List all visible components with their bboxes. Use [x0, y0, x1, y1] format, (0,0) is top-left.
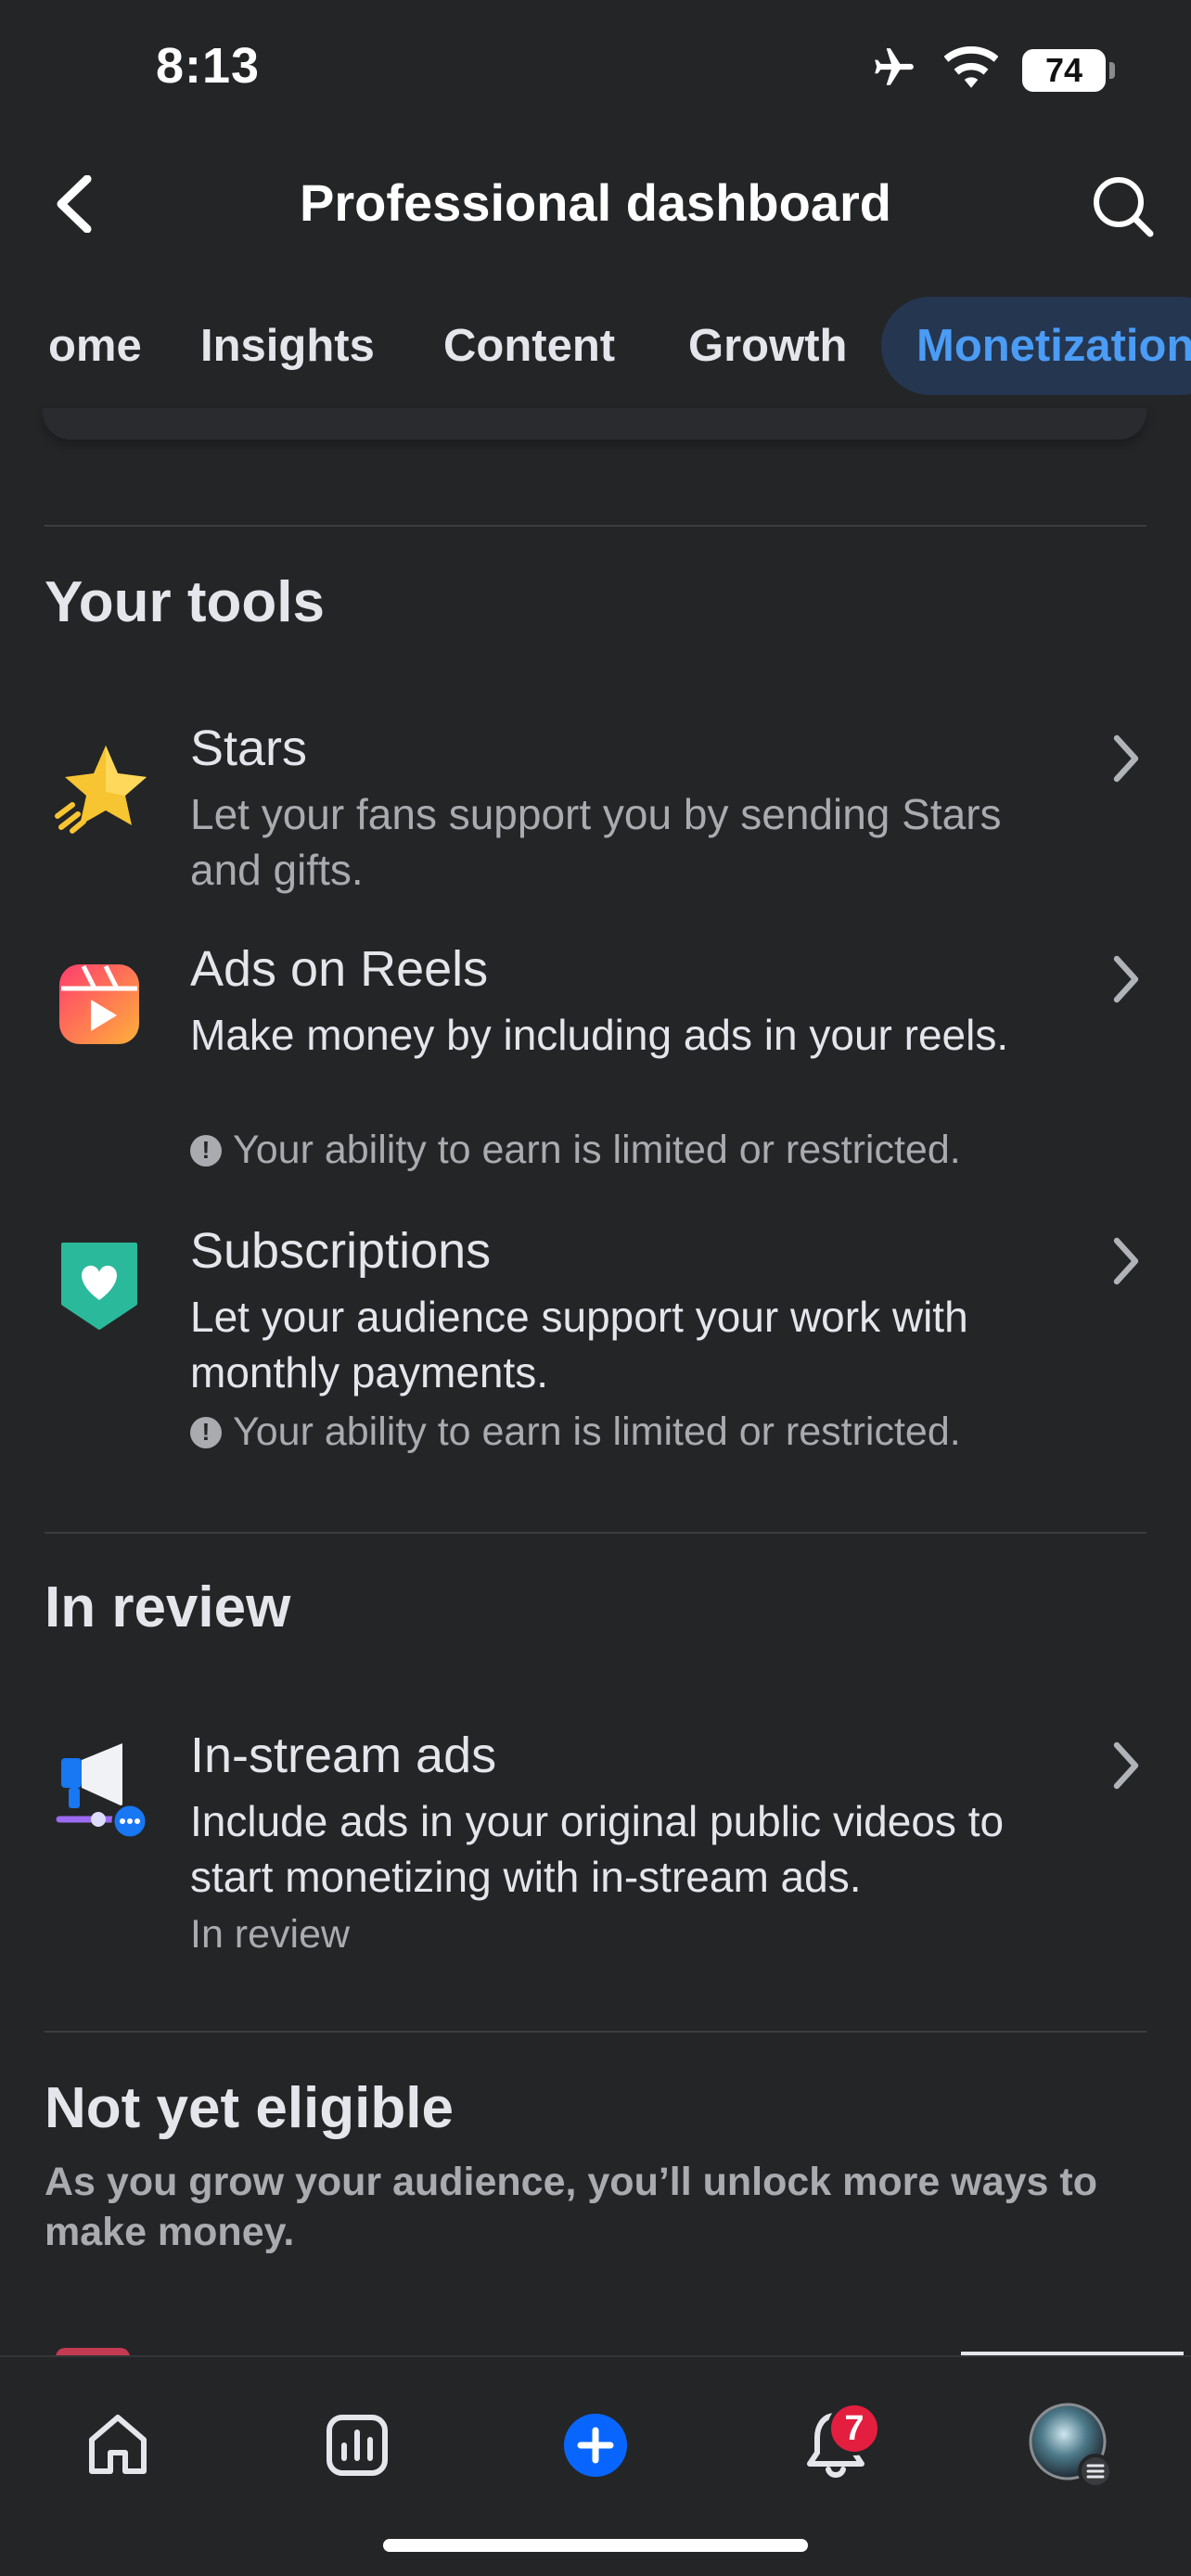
chevron-right-icon — [1098, 1728, 1154, 1803]
tool-title: Subscriptions — [190, 1223, 492, 1279]
airplane-icon — [868, 45, 920, 96]
section-subtitle: As you grow your audience, you’ll unlock… — [45, 2160, 1097, 2254]
tool-description: Let your fans support you by sending Sta… — [190, 790, 1002, 894]
tool-description: Include ads in your original public vide… — [190, 1797, 1005, 1901]
tab-insights[interactable]: Insights — [200, 297, 375, 395]
tool-row-in-stream-ads[interactable]: In-stream ads Include ads in your origin… — [0, 1727, 1191, 1968]
status-bar: 8:13 74 — [0, 0, 1191, 139]
divider — [45, 1532, 1146, 1534]
restriction-note: ! Your ability to earn is limited or res… — [190, 1409, 961, 1455]
restriction-text: Your ability to earn is limited or restr… — [233, 1128, 961, 1172]
home-indicator — [383, 2539, 808, 2552]
section-title-not-eligible: Not yet eligible — [45, 2076, 454, 2140]
home-icon — [89, 2415, 147, 2474]
tool-row-stars[interactable]: Stars Let your fans support you by sendi… — [0, 720, 1191, 905]
megaphone-icon — [48, 1740, 150, 1842]
alert-icon: ! — [190, 1416, 222, 1448]
heart-badge-icon — [48, 1235, 150, 1337]
nav-create[interactable] — [544, 2394, 647, 2496]
create-icon — [564, 2414, 627, 2477]
restriction-note: ! Your ability to earn is limited or res… — [190, 1128, 961, 1173]
divider — [45, 2031, 1146, 2033]
tool-title: In-stream ads — [190, 1728, 497, 1783]
chevron-right-icon — [1098, 721, 1154, 796]
insights-icon — [327, 2415, 388, 2476]
tool-description: Let your audience support your work with… — [190, 1293, 968, 1396]
header: Professional dashboard — [0, 139, 1191, 269]
card-bottom-edge — [43, 408, 1146, 440]
tool-title: Stars — [190, 721, 308, 776]
search-button[interactable] — [1082, 165, 1165, 249]
battery-level: 74 — [1044, 50, 1083, 89]
tool-row-subscriptions[interactable]: Subscriptions Let your audience support … — [0, 1222, 1191, 1482]
chevron-right-icon — [1098, 942, 1154, 1016]
wifi-icon — [943, 46, 999, 94]
status-note: In review — [190, 1912, 351, 1957]
tool-title: Ads on Reels — [190, 941, 489, 997]
nav-profile[interactable] — [1020, 2394, 1122, 2496]
alert-icon: ! — [190, 1134, 222, 1167]
status-icons: 74 — [868, 45, 1115, 96]
battery-indicator: 74 — [1022, 48, 1115, 92]
profile-avatar — [1029, 2403, 1113, 2489]
nav-home[interactable] — [67, 2394, 169, 2496]
tab-bar: ome Insights Content Growth Monetization — [0, 278, 1191, 417]
search-icon — [1094, 177, 1154, 237]
section-title-your-tools: Your tools — [45, 570, 325, 634]
tab-content[interactable]: Content — [443, 297, 615, 395]
tab-growth[interactable]: Growth — [688, 297, 847, 395]
restriction-text: Your ability to earn is limited or restr… — [233, 1409, 961, 1454]
nav-insights[interactable] — [306, 2394, 408, 2496]
tab-monetization[interactable]: Monetization — [881, 297, 1191, 395]
reels-icon — [48, 953, 150, 1055]
status-time: 8:13 — [156, 38, 261, 94]
chevron-right-icon — [1098, 1224, 1154, 1298]
notification-badge: 7 — [827, 2402, 881, 2455]
nav-notifications[interactable]: 7 — [785, 2394, 887, 2496]
divider — [45, 525, 1146, 527]
tool-description: Make money by including ads in your reel… — [190, 1011, 1009, 1059]
tab-home[interactable]: ome — [48, 297, 142, 395]
page-title: Professional dashboard — [300, 173, 891, 232]
section-title-in-review: In review — [45, 1575, 291, 1639]
list-item-partial — [0, 2337, 1191, 2357]
star-icon — [48, 738, 150, 840]
tool-row-ads-on-reels[interactable]: Ads on Reels Make money by including ads… — [0, 940, 1191, 1200]
